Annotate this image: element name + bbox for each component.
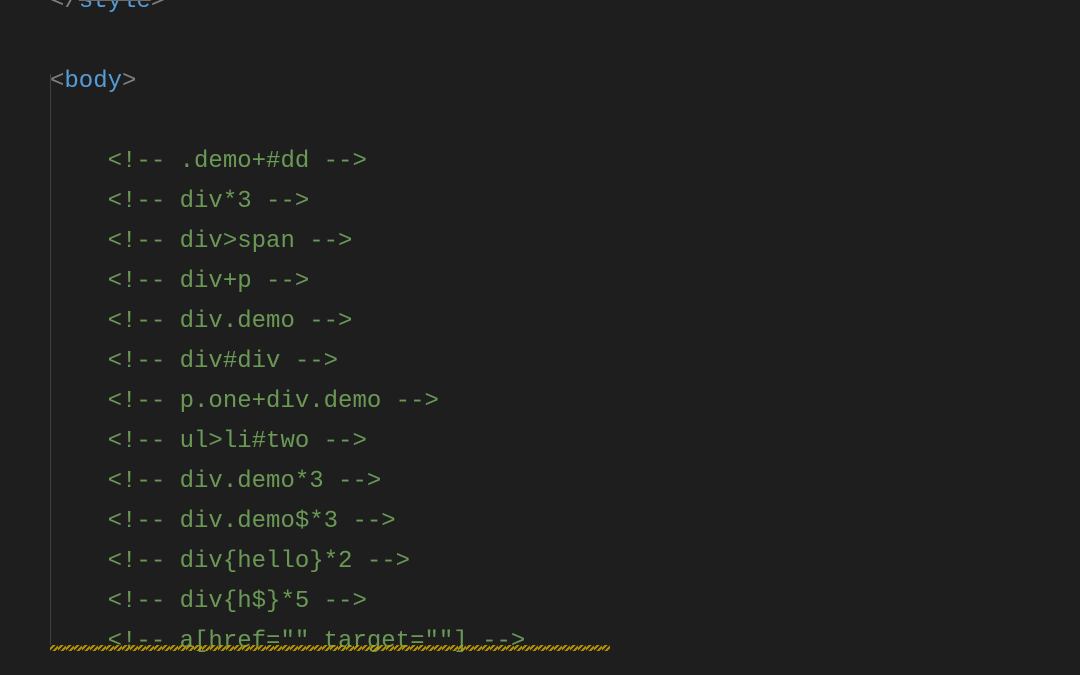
code-line-comment: <!-- div>span --> — [0, 222, 1080, 262]
indent-guide — [50, 74, 51, 645]
code-line: </style> — [0, 0, 1080, 22]
tag-name: body — [64, 68, 122, 95]
code-line-comment: <!-- div*3 --> — [0, 182, 1080, 222]
code-line-comment: <!-- div#div --> — [0, 342, 1080, 382]
code-editor[interactable]: </style> <body> <!-- .demo+#dd --> <!-- … — [0, 0, 1080, 657]
code-line-comment: <!-- div.demo$*3 --> — [0, 502, 1080, 542]
code-line-comment: <!-- .demo+#dd --> — [0, 142, 1080, 182]
code-line-comment: <!-- div.demo --> — [0, 302, 1080, 342]
code-line: <body> — [0, 62, 1080, 102]
code-line-comment: <!-- div{h$}*5 --> — [0, 582, 1080, 622]
code-line-comment: <!-- ul>li#two --> — [0, 422, 1080, 462]
code-line-comment: <!-- div+p --> — [0, 262, 1080, 302]
code-line-comment: <!-- a[href="" target=""] --> — [0, 622, 1080, 662]
code-line-blank — [0, 22, 1080, 62]
code-line-comment: <!-- div{hello}*2 --> — [0, 542, 1080, 582]
code-line-comment: <!-- p.one+div.demo --> — [0, 382, 1080, 422]
tag-name: style — [79, 0, 151, 15]
code-line-blank — [0, 102, 1080, 142]
code-line-comment: <!-- div.demo*3 --> — [0, 462, 1080, 502]
warning-underline-icon — [50, 645, 610, 651]
